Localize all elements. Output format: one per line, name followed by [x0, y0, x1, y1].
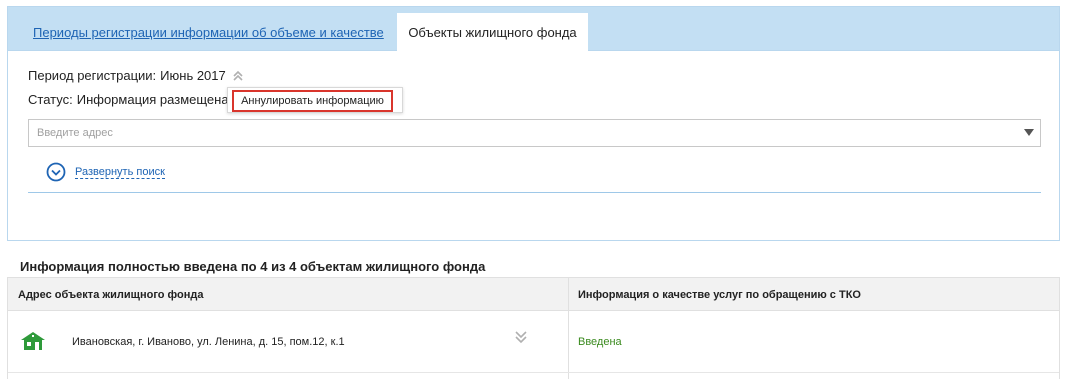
- summary-title: Информация полностью введена по 4 из 4 о…: [20, 259, 486, 274]
- status-label: Статус:: [28, 92, 73, 107]
- panel-divider: [28, 192, 1041, 193]
- address-search-select[interactable]: Введите адрес: [28, 119, 1041, 147]
- tab-housing-objects-label: Объекты жилищного фонда: [408, 25, 577, 40]
- circle-chevron-down-icon[interactable]: [46, 162, 66, 182]
- status-value: Информация размещена: [76, 92, 229, 107]
- tab-bar: Периоды регистрации информации об объеме…: [8, 7, 1059, 52]
- house-icon: [21, 332, 45, 350]
- period-value: Июнь 2017: [160, 68, 226, 83]
- tab-periods[interactable]: Периоды регистрации информации об объеме…: [33, 25, 384, 40]
- double-chevron-up-icon[interactable]: [232, 70, 244, 82]
- housing-objects-table: Адрес объекта жилищного фонда Информация…: [7, 277, 1060, 379]
- address-placeholder: Введите адрес: [37, 127, 113, 139]
- table-header: Адрес объекта жилищного фонда Информация…: [8, 277, 1059, 311]
- column-header-quality-info[interactable]: Информация о качестве услуг по обращению…: [578, 289, 861, 301]
- table-row[interactable]: Ивановская, г. Иваново, ул. Ленина, д. 1…: [8, 311, 1059, 373]
- row-status: Введена: [578, 336, 622, 348]
- period-row: Период регистрации: Июнь 2017: [28, 68, 244, 83]
- expand-search-link[interactable]: Развернуть поиск: [75, 166, 165, 179]
- row-address: Ивановская, г. Иваново, ул. Ленина, д. 1…: [72, 336, 345, 348]
- status-row: Статус: Информация размещена: [28, 92, 229, 107]
- annul-info-menu-item[interactable]: Аннулировать информацию: [232, 90, 393, 112]
- registration-panel: Периоды регистрации информации об объеме…: [7, 6, 1060, 241]
- tab-housing-objects[interactable]: Объекты жилищного фонда: [397, 13, 588, 52]
- double-chevron-down-icon[interactable]: [515, 330, 527, 344]
- period-label: Период регистрации:: [28, 68, 157, 83]
- column-header-address[interactable]: Адрес объекта жилищного фонда: [18, 289, 203, 301]
- expand-search-toggle[interactable]: Развернуть поиск: [46, 162, 165, 182]
- actions-menu: Аннулировать информацию: [227, 87, 403, 113]
- dropdown-arrow-icon[interactable]: [1024, 129, 1034, 136]
